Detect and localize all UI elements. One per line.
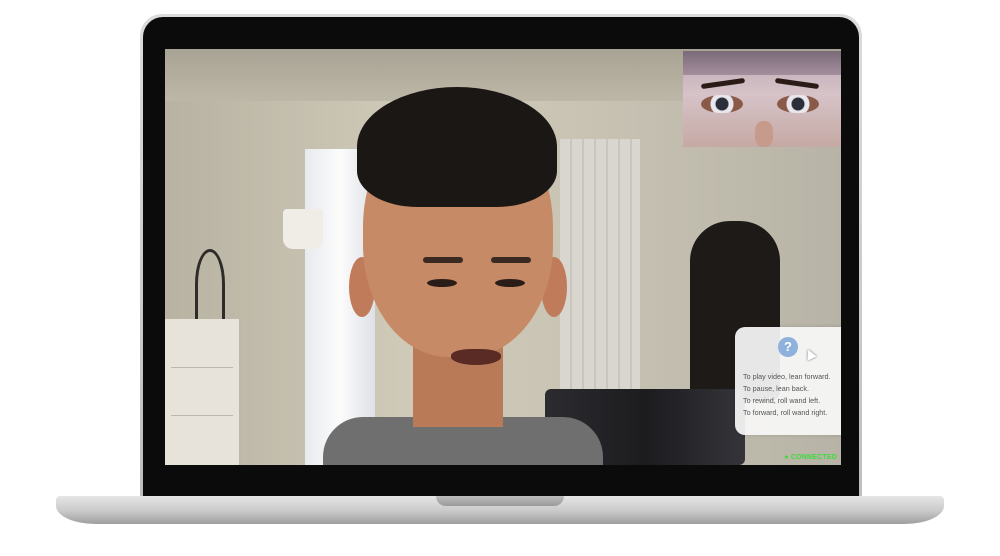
help-line-play: To play video, lean forward. — [743, 372, 831, 381]
picture-in-picture-video[interactable] — [683, 51, 841, 147]
cursor-icon — [803, 347, 817, 361]
caller-eye-left — [427, 279, 457, 287]
laptop-lid: ? To play video, lean forward. To pause,… — [140, 14, 862, 504]
laptop-notch — [436, 496, 564, 506]
cable — [195, 249, 225, 319]
pip-eye-right — [777, 95, 819, 113]
gesture-help-card: ? To play video, lean forward. To pause,… — [735, 327, 841, 435]
help-line-pause: To pause, lean back. — [743, 384, 809, 393]
connection-status: ● CONNECTED — [784, 454, 837, 461]
pip-hair — [683, 51, 841, 75]
laptop-base — [56, 496, 944, 524]
laptop-bezel: ? To play video, lean forward. To pause,… — [143, 17, 859, 501]
pip-nose — [755, 121, 773, 147]
pip-brow-left — [700, 77, 746, 90]
help-icon[interactable]: ? — [778, 337, 798, 357]
pip-brow-right — [774, 77, 820, 90]
help-line-forward: To forward, roll wand right. — [743, 408, 828, 417]
caller — [323, 87, 603, 465]
caller-eye-right — [495, 279, 525, 287]
caller-brow-left — [423, 257, 463, 263]
help-line-rewind: To rewind, roll wand left. — [743, 396, 821, 405]
caller-mouth — [451, 349, 501, 365]
help-instructions: To play video, lean forward. To pause, l… — [743, 371, 841, 419]
caller-hair — [357, 87, 557, 207]
lamp — [283, 209, 323, 249]
pip-eye-left — [701, 95, 743, 113]
video-call-screen: ? To play video, lean forward. To pause,… — [165, 49, 841, 465]
caller-brow-right — [491, 257, 531, 263]
dresser — [165, 319, 241, 465]
